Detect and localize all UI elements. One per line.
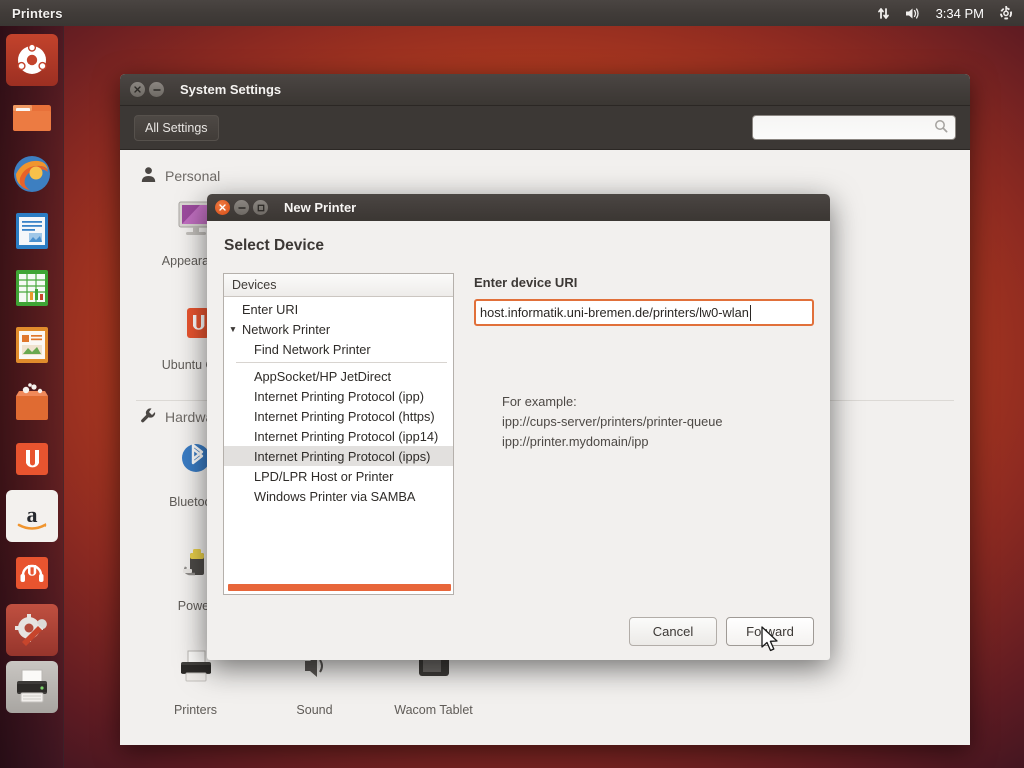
device-label: Internet Printing Protocol (https) [254,408,435,424]
device-label: Windows Printer via SAMBA [254,488,416,504]
devices-list[interactable]: Devices Enter URI ▼ Network Printer Find… [223,273,454,595]
search-input[interactable] [752,115,956,140]
devices-list-items: Enter URI ▼ Network Printer Find Network… [224,297,453,594]
system-settings-titlebar[interactable]: System Settings [120,74,970,106]
devices-list-header: Devices [224,274,453,297]
new-printer-dialog: New Printer Select Device Devices Enter … [207,194,830,660]
uri-example-text: For example: ipp://cups-server/printers/… [502,392,814,451]
firefox-icon [13,156,50,192]
ubuntu-software-center-icon [15,383,48,420]
person-icon [140,166,157,186]
launcher-item-files[interactable] [6,91,58,143]
dialog-buttons: Cancel Forward [629,617,814,646]
horizontal-scrollbar[interactable] [228,584,451,591]
device-label: Internet Printing Protocol (ipp) [254,388,424,404]
settings-label: Sound [296,703,333,717]
section-title-personal: Personal [165,168,221,184]
uri-panel: Enter device URI host.informatik.uni-bre… [474,273,814,595]
close-button[interactable] [130,82,145,97]
chevron-down-icon[interactable]: ▼ [224,324,242,334]
launcher-item-amazon[interactable]: a [5,490,58,542]
amazon-icon: a [17,502,46,530]
launcher-item-libreoffice-impress[interactable] [6,319,58,371]
minimize-button[interactable] [149,82,164,97]
ubuntu-one-music-icon [15,557,48,589]
panel-app-title[interactable]: Printers [12,6,63,21]
ubuntu-one-icon [15,443,48,475]
device-label: LPD/LPR Host or Printer [254,468,394,484]
dialog-title: New Printer [284,200,357,215]
panel-indicators: 3:34 PM [876,5,1024,21]
system-settings-icon [14,614,47,646]
libreoffice-calc-icon [15,270,48,306]
libreoffice-impress-icon [15,327,48,363]
device-label: Internet Printing Protocol (ipps) [254,448,431,464]
launcher-item-software-center[interactable] [6,376,58,428]
example-line-2: ipp://cups-server/printers/printer-queue [502,413,723,429]
device-label: Internet Printing Protocol (ipp14) [254,428,439,444]
example-line-3: ipp://printer.mydomain/ipp [502,433,649,449]
device-row-appsocket[interactable]: AppSocket/HP JetDirect [224,366,453,386]
launcher-item-libreoffice-writer[interactable] [6,205,58,257]
device-row-samba[interactable]: Windows Printer via SAMBA [224,486,453,506]
device-label: Enter URI [242,301,299,317]
ubuntu-dash-icon [16,43,47,74]
device-row-network-printer[interactable]: ▼ Network Printer [224,319,453,339]
volume-icon[interactable] [905,6,922,21]
device-row-ipps[interactable]: Internet Printing Protocol (ipps) [224,446,453,466]
dialog-heading: Select Device [224,237,324,254]
folder-icon [12,105,51,131]
device-row-enter-uri[interactable]: Enter URI [224,299,453,319]
all-settings-button[interactable]: All Settings [134,114,219,141]
launcher-item-printers[interactable] [5,661,58,713]
libreoffice-writer-icon [15,213,48,249]
wrench-icon [140,407,157,427]
device-label: Network Printer [242,321,331,337]
device-row-ipp14[interactable]: Internet Printing Protocol (ipp14) [224,426,453,446]
maximize-button[interactable] [253,200,268,215]
minimize-button[interactable] [234,200,249,215]
cancel-button[interactable]: Cancel [629,617,717,646]
device-row-lpd[interactable]: LPD/LPR Host or Printer [224,466,453,486]
window-title: System Settings [180,82,282,97]
list-separator [236,362,447,363]
settings-label: Printers [173,703,218,717]
search-icon [934,119,948,136]
clock[interactable]: 3:34 PM [936,6,984,21]
device-row-https[interactable]: Internet Printing Protocol (https) [224,406,453,426]
forward-button[interactable]: Forward [726,617,814,646]
printers-icon [16,669,47,703]
launcher-item-system-settings[interactable] [5,604,58,656]
settings-label: Wacom Tablet [394,703,473,717]
device-row-find-network-printer[interactable]: Find Network Printer [224,339,453,359]
device-row-ipp[interactable]: Internet Printing Protocol (ipp) [224,386,453,406]
launcher-item-ubuntu-one-music[interactable] [6,547,58,599]
device-label: Find Network Printer [254,341,371,357]
launcher-item-libreoffice-calc[interactable] [6,262,58,314]
device-uri-input[interactable]: host.informatik.uni-bremen.de/printers/l… [474,299,814,326]
unity-launcher: a [0,26,64,768]
network-icon[interactable] [876,6,891,21]
launcher-item-ubuntu-dash[interactable] [5,34,58,86]
text-caret [749,304,751,321]
example-line-1: For example: [502,394,577,409]
section-header-personal: Personal [140,166,954,186]
device-uri-value: host.informatik.uni-bremen.de/printers/l… [480,305,749,320]
svg-text:a: a [26,502,37,527]
launcher-item-firefox[interactable] [6,148,58,200]
launcher-item-ubuntu-one[interactable] [6,433,58,485]
uri-label: Enter device URI [474,275,578,290]
system-settings-toolbar: All Settings [120,106,970,150]
dialog-body: Select Device Devices Enter URI ▼ Networ… [207,221,830,660]
session-gear-icon[interactable] [998,5,1014,21]
device-label: AppSocket/HP JetDirect [254,368,392,384]
top-panel: Printers 3:34 PM [0,0,1024,26]
close-button[interactable] [215,200,230,215]
dialog-titlebar[interactable]: New Printer [207,194,830,221]
